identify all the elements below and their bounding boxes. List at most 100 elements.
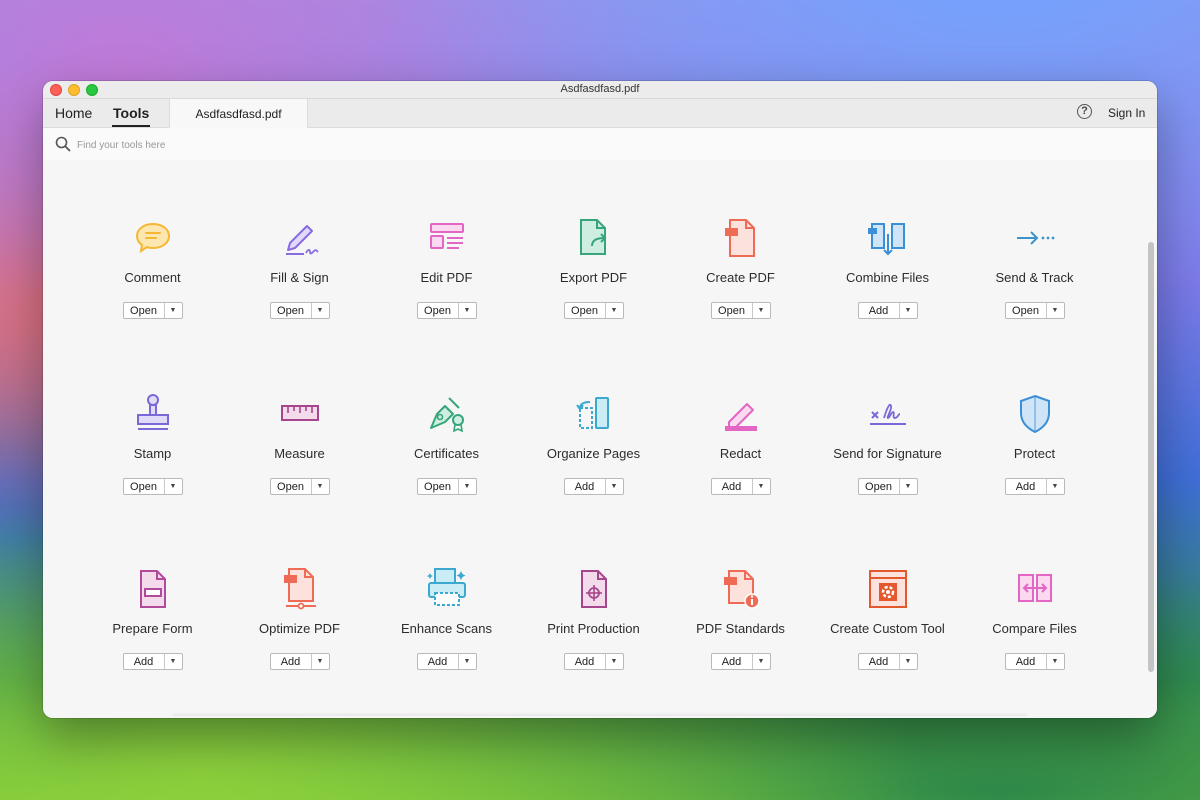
dropdown-arrow-icon[interactable]: ▼ xyxy=(900,479,917,494)
dropdown-arrow-icon[interactable]: ▼ xyxy=(606,654,623,669)
dropdown-arrow-icon[interactable]: ▼ xyxy=(1047,479,1064,494)
dropdown-arrow-icon[interactable]: ▼ xyxy=(900,654,917,669)
comment-icon[interactable] xyxy=(131,216,175,260)
tool-action-label[interactable]: Open xyxy=(565,303,606,318)
compare-files-icon[interactable] xyxy=(1013,567,1057,611)
tool-combine-files[interactable]: Combine Files Add ▼ xyxy=(814,216,961,356)
dropdown-arrow-icon[interactable]: ▼ xyxy=(312,654,329,669)
help-icon[interactable]: ? xyxy=(1077,104,1092,119)
dropdown-arrow-icon[interactable]: ▼ xyxy=(606,303,623,318)
prepare-form-icon[interactable] xyxy=(131,567,175,611)
tool-action-label[interactable]: Add xyxy=(565,479,606,494)
tab-home[interactable]: Home xyxy=(55,105,92,121)
dropdown-arrow-icon[interactable]: ▼ xyxy=(165,479,182,494)
send-track-icon[interactable] xyxy=(1013,216,1057,260)
tool-fill-sign[interactable]: Fill & Sign Open ▼ xyxy=(226,216,373,356)
create-pdf-icon[interactable] xyxy=(719,216,763,260)
tool-add-button[interactable]: Add ▼ xyxy=(122,653,183,670)
vertical-scrollbar[interactable] xyxy=(1148,242,1154,672)
print-production-icon[interactable] xyxy=(572,567,616,611)
measure-icon[interactable] xyxy=(278,392,322,436)
tool-open-button[interactable]: Open ▼ xyxy=(563,302,624,319)
tool-add-button[interactable]: Add ▼ xyxy=(857,653,918,670)
tool-add-button[interactable]: Add ▼ xyxy=(1004,653,1065,670)
combine-files-icon[interactable] xyxy=(866,216,910,260)
tool-add-button[interactable]: Add ▼ xyxy=(857,302,918,319)
tool-add-button[interactable]: Add ▼ xyxy=(710,653,771,670)
tool-send-signature[interactable]: Send for Signature Open ▼ xyxy=(814,392,961,532)
dropdown-arrow-icon[interactable]: ▼ xyxy=(1047,303,1064,318)
tool-open-button[interactable]: Open ▼ xyxy=(710,302,771,319)
dropdown-arrow-icon[interactable]: ▼ xyxy=(165,654,182,669)
tool-action-label[interactable]: Open xyxy=(418,479,459,494)
tool-certificates[interactable]: Certificates Open ▼ xyxy=(373,392,520,532)
dropdown-arrow-icon[interactable]: ▼ xyxy=(606,479,623,494)
tool-open-button[interactable]: Open ▼ xyxy=(1004,302,1065,319)
tool-action-label[interactable]: Add xyxy=(859,654,900,669)
tool-protect[interactable]: Protect Add ▼ xyxy=(961,392,1108,532)
tool-open-button[interactable]: Open ▼ xyxy=(416,478,477,495)
tool-action-label[interactable]: Add xyxy=(712,654,753,669)
dropdown-arrow-icon[interactable]: ▼ xyxy=(1047,654,1064,669)
tool-edit-pdf[interactable]: Edit PDF Open ▼ xyxy=(373,216,520,356)
protect-icon[interactable] xyxy=(1013,392,1057,436)
tool-add-button[interactable]: Add ▼ xyxy=(563,653,624,670)
stamp-icon[interactable] xyxy=(131,392,175,436)
export-pdf-icon[interactable] xyxy=(572,216,616,260)
tool-open-button[interactable]: Open ▼ xyxy=(269,478,330,495)
redact-icon[interactable] xyxy=(719,392,763,436)
create-custom-tool-icon[interactable] xyxy=(866,567,910,611)
tool-add-button[interactable]: Add ▼ xyxy=(710,478,771,495)
tool-pdf-standards[interactable]: PDF Standards Add ▼ xyxy=(667,567,814,707)
tool-action-label[interactable]: Add xyxy=(1006,654,1047,669)
dropdown-arrow-icon[interactable]: ▼ xyxy=(312,303,329,318)
tool-action-label[interactable]: Open xyxy=(271,479,312,494)
search-input[interactable] xyxy=(75,135,379,155)
tool-comment[interactable]: Comment Open ▼ xyxy=(79,216,226,356)
tool-add-button[interactable]: Add ▼ xyxy=(269,653,330,670)
tool-action-label[interactable]: Open xyxy=(124,303,165,318)
tool-add-button[interactable]: Add ▼ xyxy=(416,653,477,670)
tool-action-label[interactable]: Add xyxy=(1006,479,1047,494)
send-signature-icon[interactable] xyxy=(866,392,910,436)
tool-open-button[interactable]: Open ▼ xyxy=(269,302,330,319)
tab-tools[interactable]: Tools xyxy=(111,105,151,127)
tool-create-pdf[interactable]: Create PDF Open ▼ xyxy=(667,216,814,356)
tool-action-label[interactable]: Open xyxy=(124,479,165,494)
tool-export-pdf[interactable]: Export PDF Open ▼ xyxy=(520,216,667,356)
certificates-icon[interactable] xyxy=(425,392,469,436)
dropdown-arrow-icon[interactable]: ▼ xyxy=(165,303,182,318)
optimize-pdf-icon[interactable] xyxy=(278,567,322,611)
tool-action-label[interactable]: Add xyxy=(859,303,900,318)
tool-compare-files[interactable]: Compare Files Add ▼ xyxy=(961,567,1108,707)
organize-pages-icon[interactable] xyxy=(572,392,616,436)
tool-action-label[interactable]: Add xyxy=(124,654,165,669)
tool-print-production[interactable]: Print Production Add ▼ xyxy=(520,567,667,707)
tool-redact[interactable]: Redact Add ▼ xyxy=(667,392,814,532)
tool-action-label[interactable]: Open xyxy=(712,303,753,318)
dropdown-arrow-icon[interactable]: ▼ xyxy=(312,479,329,494)
enhance-scans-icon[interactable] xyxy=(425,567,469,611)
tool-create-custom-tool[interactable]: Create Custom Tool Add ▼ xyxy=(814,567,961,707)
tool-open-button[interactable]: Open ▼ xyxy=(122,302,183,319)
tool-prepare-form[interactable]: Prepare Form Add ▼ xyxy=(79,567,226,707)
tool-enhance-scans[interactable]: Enhance Scans Add ▼ xyxy=(373,567,520,707)
sign-in-button[interactable]: Sign In xyxy=(1108,106,1145,120)
tool-open-button[interactable]: Open ▼ xyxy=(857,478,918,495)
tool-add-button[interactable]: Add ▼ xyxy=(1004,478,1065,495)
fill-sign-icon[interactable] xyxy=(278,216,322,260)
tool-action-label[interactable]: Open xyxy=(418,303,459,318)
tool-send-track[interactable]: Send & Track Open ▼ xyxy=(961,216,1108,356)
tool-organize-pages[interactable]: Organize Pages Add ▼ xyxy=(520,392,667,532)
dropdown-arrow-icon[interactable]: ▼ xyxy=(459,479,476,494)
dropdown-arrow-icon[interactable]: ▼ xyxy=(900,303,917,318)
tool-action-label[interactable]: Add xyxy=(418,654,459,669)
edit-pdf-icon[interactable] xyxy=(425,216,469,260)
tool-action-label[interactable]: Add xyxy=(565,654,606,669)
dropdown-arrow-icon[interactable]: ▼ xyxy=(459,303,476,318)
tool-action-label[interactable]: Open xyxy=(271,303,312,318)
tab-document[interactable]: Asdfasdfasd.pdf xyxy=(169,99,308,128)
tool-action-label[interactable]: Open xyxy=(859,479,900,494)
tool-stamp[interactable]: Stamp Open ▼ xyxy=(79,392,226,532)
dropdown-arrow-icon[interactable]: ▼ xyxy=(753,479,770,494)
